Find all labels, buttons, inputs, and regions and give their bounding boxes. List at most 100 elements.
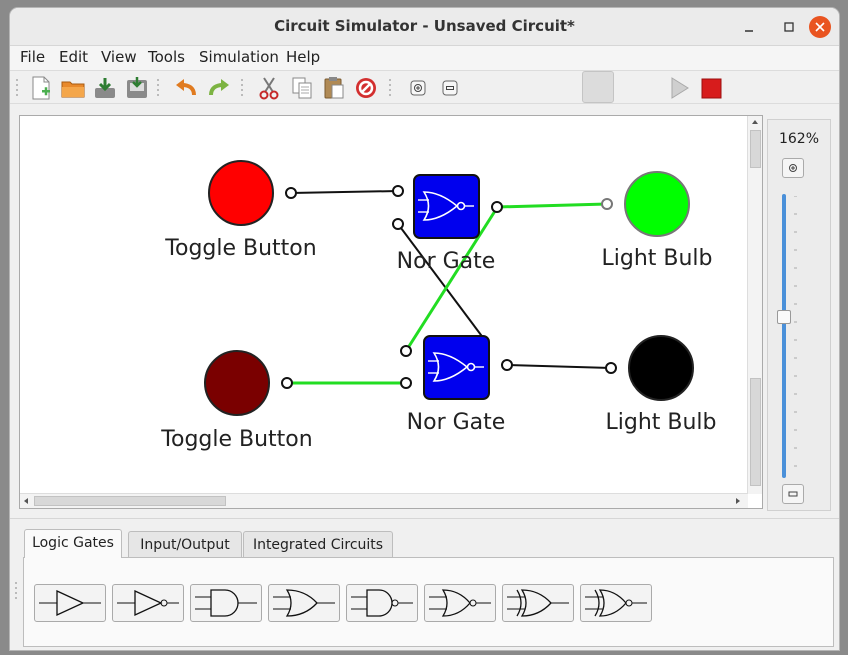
horizontal-scrollbar[interactable] (20, 493, 748, 508)
input-pin[interactable] (601, 198, 613, 210)
tab-integrated-circuits[interactable]: Integrated Circuits (243, 531, 393, 558)
zoom-slider-ticks (794, 196, 797, 467)
toggle-button-label: Toggle Button (164, 236, 316, 261)
save-as-icon (127, 77, 147, 98)
copy-icon (292, 77, 312, 99)
input-pin[interactable] (400, 345, 412, 357)
output-pin[interactable] (501, 359, 513, 371)
menu-file[interactable]: File (18, 48, 47, 66)
nand-gate-button[interactable] (346, 584, 418, 622)
toggle-button-bottom[interactable]: Toggle Button (160, 350, 313, 452)
light-bulb-body[interactable] (624, 171, 690, 237)
play-button[interactable] (666, 75, 692, 101)
xnor-gate-button[interactable] (580, 584, 652, 622)
vertical-scrollbar[interactable] (747, 116, 762, 494)
minimize-button[interactable] (738, 16, 760, 38)
minimize-icon (745, 30, 753, 32)
input-pin[interactable] (392, 218, 404, 230)
xor-gate-icon (507, 589, 569, 617)
input-pin[interactable] (605, 362, 617, 374)
undo-icon (176, 79, 196, 96)
delete-button[interactable] (353, 75, 379, 101)
menu-simulation[interactable]: Simulation (197, 48, 281, 66)
component-palette: Logic Gates Input/Output Integrated Circ… (10, 518, 839, 650)
output-pin[interactable] (491, 201, 503, 213)
paste-button[interactable] (321, 75, 347, 101)
zoom-out-button[interactable] (437, 75, 463, 101)
not-gate-button[interactable] (112, 584, 184, 622)
light-bulb-top[interactable]: Light Bulb (601, 171, 713, 271)
zoom-in-small-button[interactable] (782, 158, 804, 178)
menu-bar: File Edit View Tools Simulation Help (10, 46, 839, 71)
nor-gate-button[interactable] (424, 584, 496, 622)
scroll-right-icon[interactable] (732, 494, 744, 508)
or-gate-button[interactable] (268, 584, 340, 622)
circuit-diagram[interactable]: Toggle Button Toggle Button Nor Gate Nor… (20, 116, 748, 494)
cut-button[interactable] (256, 75, 282, 101)
light-bulb-body[interactable] (628, 335, 694, 401)
nand-gate-icon (351, 589, 413, 617)
vertical-scroll-thumb-lower[interactable] (750, 378, 761, 486)
output-pin[interactable] (281, 377, 293, 389)
zoom-in-icon (789, 164, 797, 172)
light-bulb-bottom[interactable]: Light Bulb (605, 335, 717, 435)
xor-gate-button[interactable] (502, 584, 574, 622)
new-button[interactable] (28, 75, 54, 101)
tab-input-output[interactable]: Input/Output (128, 531, 242, 558)
menu-view[interactable]: View (99, 48, 139, 66)
open-folder-icon (61, 81, 85, 98)
light-bulb-label: Light Bulb (601, 246, 712, 271)
scroll-left-icon[interactable] (20, 494, 32, 508)
zoom-out-small-button[interactable] (782, 484, 804, 504)
panel-grip-icon[interactable] (14, 581, 18, 601)
and-gate-button[interactable] (190, 584, 262, 622)
wire[interactable] (506, 364, 612, 369)
menu-help[interactable]: Help (284, 48, 322, 66)
vertical-scroll-thumb[interactable] (750, 130, 761, 168)
wire[interactable] (290, 190, 399, 194)
horizontal-scroll-thumb[interactable] (34, 496, 226, 506)
maximize-icon (784, 22, 794, 32)
app-window: Circuit Simulator - Unsaved Circuit* Fil… (10, 8, 839, 650)
circuit-canvas[interactable]: Toggle Button Toggle Button Nor Gate Nor… (19, 115, 763, 509)
toolbar-grip-icon[interactable] (15, 77, 19, 99)
stop-button[interactable] (698, 75, 724, 101)
buffer-gate-button[interactable] (34, 584, 106, 622)
paste-icon (324, 77, 344, 99)
scroll-up-icon[interactable] (748, 116, 762, 128)
nor-gate-icon (429, 589, 491, 617)
new-file-icon (32, 76, 50, 100)
or-gate-icon (273, 589, 335, 617)
input-pin[interactable] (400, 377, 412, 389)
toolbar-separator-icon (241, 79, 243, 96)
save-button[interactable] (92, 75, 118, 101)
toggle-button-body[interactable] (204, 350, 270, 416)
toggle-button-top[interactable]: Toggle Button (164, 160, 317, 261)
nor-gate-bottom[interactable]: Nor Gate (400, 335, 513, 435)
open-button[interactable] (60, 75, 86, 101)
menu-edit[interactable]: Edit (57, 48, 90, 66)
output-pin[interactable] (285, 187, 297, 199)
toggle-button-body[interactable] (208, 160, 274, 226)
buffer-gate-icon (39, 589, 101, 617)
xnor-gate-icon (585, 589, 647, 617)
zoom-level: 162% (778, 131, 820, 147)
wire-active[interactable] (496, 202, 608, 209)
menu-tools[interactable]: Tools (146, 48, 187, 66)
toolbar-separator-icon (157, 79, 159, 96)
zoom-slider-track[interactable] (782, 194, 786, 478)
zoom-slider-handle[interactable] (777, 310, 791, 324)
tab-logic-gates[interactable]: Logic Gates (24, 529, 122, 558)
redo-button[interactable] (206, 75, 232, 101)
input-pin[interactable] (392, 185, 404, 197)
close-icon (815, 22, 825, 32)
blank-button[interactable] (582, 71, 614, 103)
nor-gate-label: Nor Gate (397, 249, 496, 274)
close-button[interactable] (809, 16, 831, 38)
save-as-button[interactable] (124, 75, 150, 101)
zoom-in-icon (410, 80, 426, 96)
maximize-button[interactable] (778, 16, 800, 38)
zoom-in-button[interactable] (405, 75, 431, 101)
undo-button[interactable] (173, 75, 199, 101)
copy-button[interactable] (289, 75, 315, 101)
